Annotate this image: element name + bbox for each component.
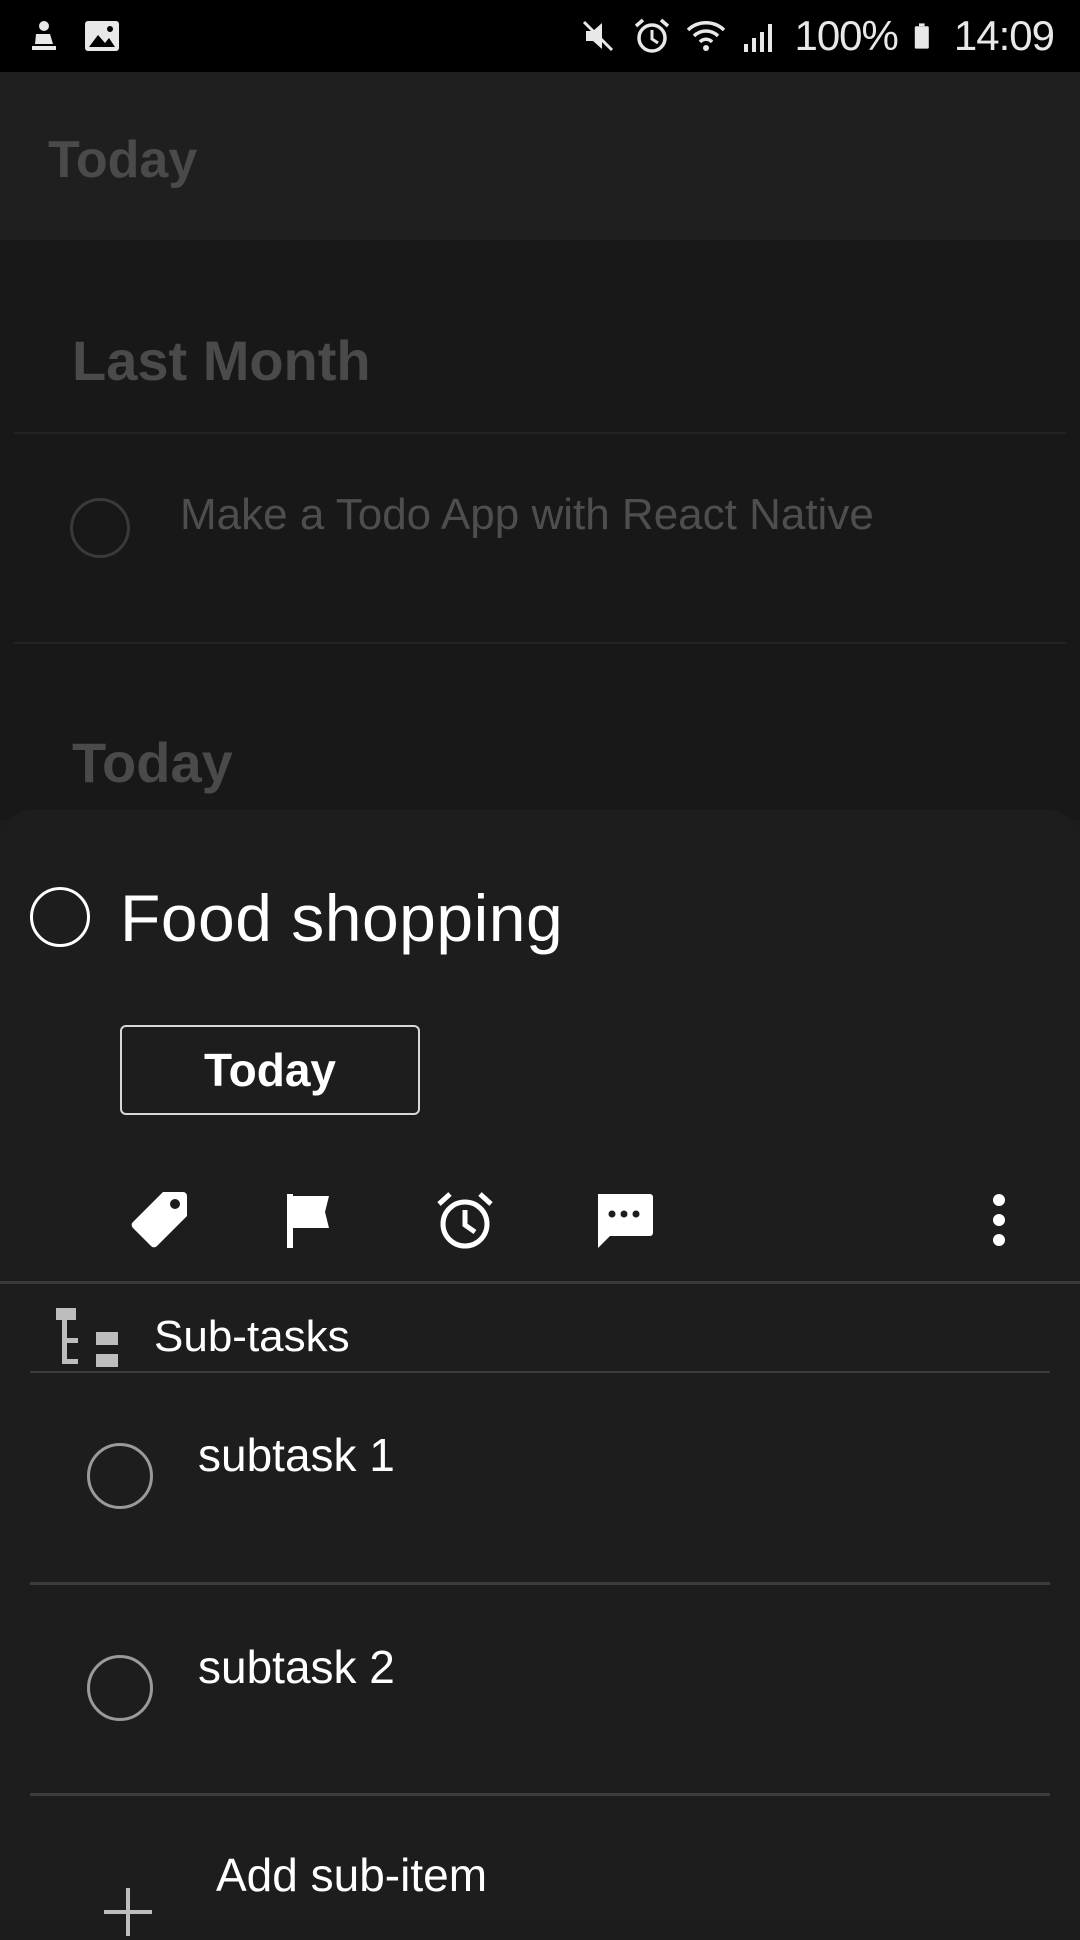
tag-button[interactable] [124,1185,194,1255]
task-complete-checkbox[interactable] [30,887,90,947]
subtasks-label: Sub-tasks [154,1312,350,1361]
alarm-icon [437,1192,493,1249]
app-header: Today [0,72,1080,240]
subtask-row[interactable]: subtask 1 [0,1373,1080,1583]
subtasks-header: Sub-tasks [0,1284,1080,1374]
task-title[interactable]: Make a Todo App with React Native [180,490,874,540]
more-vert-icon [993,1194,1005,1246]
divider [14,642,1066,644]
plus-icon [104,1888,152,1936]
comment-icon [598,1194,653,1248]
status-bar-left [24,16,122,56]
signal-icon [744,24,773,52]
subtasks-icon [56,1308,118,1367]
task-detail-sheet: Food shopping Today Sub-tasks subtask 1 … [0,810,1080,1936]
subtask-title[interactable]: subtask 1 [198,1428,395,1482]
comment-button[interactable] [589,1185,659,1255]
add-subitem-label[interactable]: Add sub-item [216,1848,487,1902]
tag-icon [131,1192,187,1248]
section-title-today: Today [72,731,233,794]
divider [30,1793,1050,1796]
status-bar: 100% 14:09 [0,0,1080,72]
wifi-icon [687,21,726,51]
task-title[interactable]: Food shopping [120,880,563,956]
notification-icon [32,21,56,50]
status-time: 14:09 [953,12,1055,59]
more-options-button[interactable] [964,1185,1034,1255]
task-checkbox[interactable] [70,498,130,558]
subtask-checkbox[interactable] [87,1655,153,1721]
header-title: Today [48,131,198,189]
mute-icon [583,20,614,52]
subtask-checkbox[interactable] [87,1443,153,1509]
task-toolbar [0,1165,1080,1275]
image-icon [85,21,119,51]
subtask-title[interactable]: subtask 2 [198,1640,395,1694]
due-date-button[interactable]: Today [120,1025,420,1115]
add-subitem-row[interactable]: Add sub-item [0,1812,1080,1936]
reminder-button[interactable] [430,1185,500,1255]
status-bar-right: 100% 14:09 [578,12,1055,60]
alarm-icon [635,18,670,53]
flag-button[interactable] [274,1185,344,1255]
background-task-list: Last Month Make a Todo App with React Na… [0,240,1080,820]
flag-icon [287,1194,329,1248]
battery-percent: 100% [794,12,898,59]
battery-icon [914,23,929,49]
divider [14,432,1066,434]
subtask-row[interactable]: subtask 2 [0,1585,1080,1795]
section-title-last-month: Last Month [72,329,371,392]
